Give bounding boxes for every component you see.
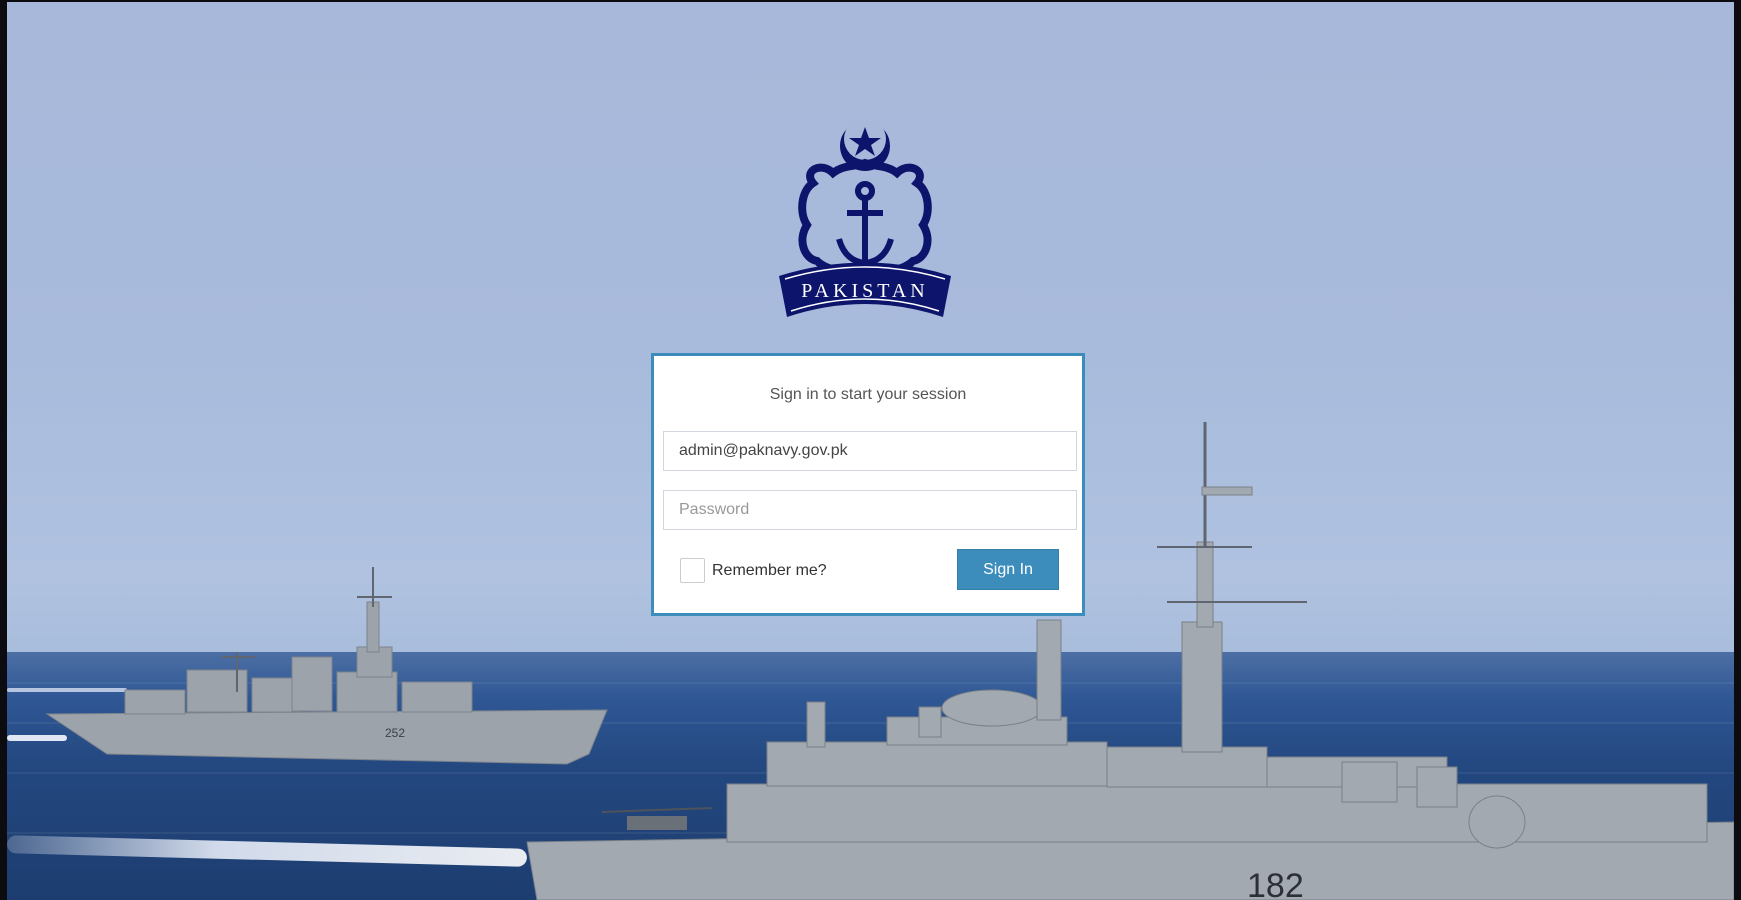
remember-me[interactable]: Remember me?	[680, 558, 827, 583]
sign-in-button[interactable]: Sign In	[957, 549, 1059, 590]
ship-left-number: 252	[385, 726, 405, 740]
login-box: Sign in to start your session Remember m…	[651, 353, 1085, 616]
remember-me-label: Remember me?	[712, 561, 827, 579]
logo-text: PAKISTAN	[801, 280, 928, 302]
ship-right-number: 182	[1247, 867, 1304, 900]
helicopter	[601, 807, 713, 830]
anchor-icon	[836, 181, 894, 267]
remember-me-checkbox[interactable]	[680, 558, 705, 583]
ship-left	[45, 567, 608, 765]
password-input[interactable]	[663, 490, 1077, 530]
pakistan-navy-emblem-logo: PAKISTAN	[779, 121, 951, 317]
email-input[interactable]	[663, 431, 1077, 471]
login-box-message: Sign in to start your session	[769, 386, 967, 403]
